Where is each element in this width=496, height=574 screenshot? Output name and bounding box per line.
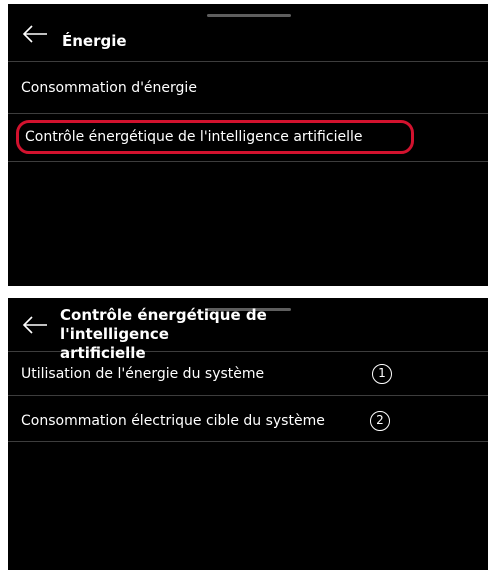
menu-item-label: Consommation électrique cible du système — [21, 413, 325, 429]
menu-item-label: Contrôle énergétique de l'intelligence a… — [25, 129, 363, 145]
menu-item-ai-energy-control[interactable]: Contrôle énergétique de l'intelligence a… — [8, 115, 488, 162]
ai-energy-control-screen: Contrôle énergétique de l'intelligence a… — [8, 298, 488, 570]
back-arrow-icon[interactable] — [22, 25, 48, 43]
page-title-line-1: Contrôle énergétique de l'intelligence — [60, 306, 267, 343]
header: Énergie — [8, 4, 488, 62]
menu-item-label: Utilisation de l'énergie du système — [21, 366, 265, 382]
menu-item-system-target-consumption[interactable]: Consommation électrique cible du système… — [8, 396, 488, 442]
callout-number-1: 1 — [372, 364, 392, 384]
back-arrow-icon[interactable] — [22, 316, 48, 334]
menu-item-energy-consumption[interactable]: Consommation d'énergie — [8, 62, 488, 114]
page-title: Énergie — [62, 32, 127, 50]
energy-screen: Énergie Consommation d'énergie Contrôle … — [8, 4, 488, 286]
header: Contrôle énergétique de l'intelligence a… — [8, 298, 488, 362]
menu-item-label: Consommation d'énergie — [21, 80, 197, 96]
callout-number-2: 2 — [370, 411, 390, 431]
menu-item-system-energy-usage[interactable]: Utilisation de l'énergie du système 1 — [8, 352, 488, 396]
